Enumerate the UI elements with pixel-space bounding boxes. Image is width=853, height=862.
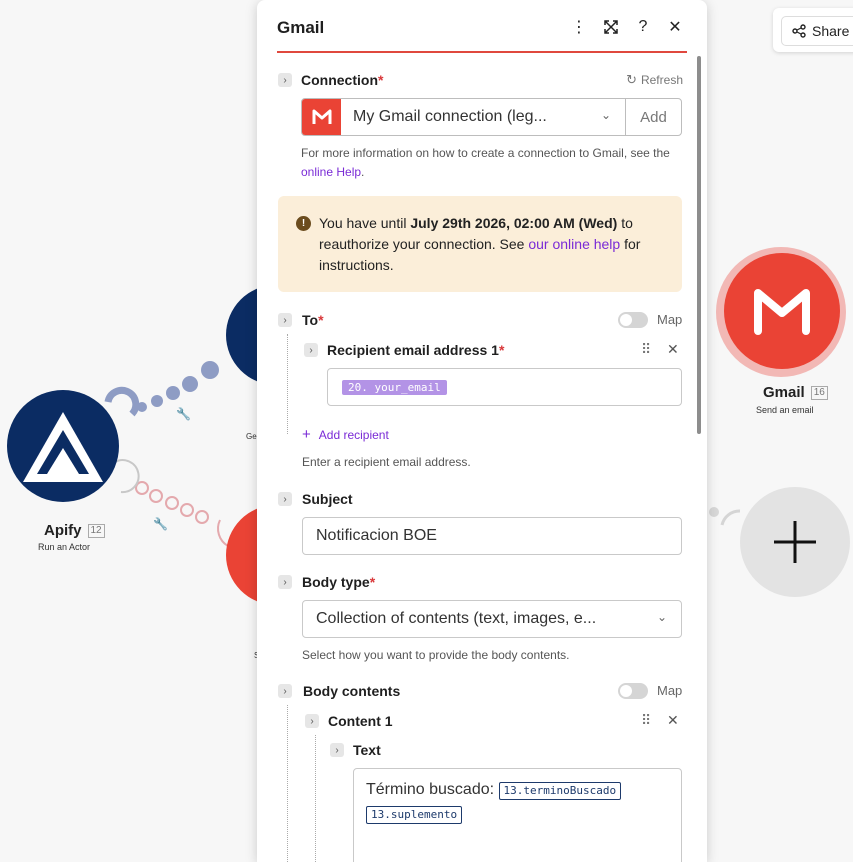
module-settings-panel: Gmail ⋮ ? ✕ › Connection* ↻ Refresh My G… xyxy=(257,0,707,862)
to-map-label: Map xyxy=(657,312,683,327)
body-contents-map-label: Map xyxy=(657,683,683,698)
content-expand-chevron-icon[interactable]: › xyxy=(305,714,319,728)
apify-node[interactable] xyxy=(7,390,119,502)
apify-logo-icon xyxy=(23,412,103,482)
connection-label: Connection* xyxy=(301,72,384,88)
connection-expand-chevron-icon[interactable]: › xyxy=(278,73,292,87)
share-icon xyxy=(792,24,806,38)
reauthorize-warning: ! You have until July 29th 2026, 02:00 A… xyxy=(278,196,682,292)
recipient-variable-pill[interactable]: 20. your_email xyxy=(342,379,447,395)
help-icon[interactable]: ? xyxy=(635,18,651,36)
gmail-node[interactable] xyxy=(724,253,840,369)
warning-text: You have until July 29th 2026, 02:00 AM … xyxy=(319,215,641,273)
body-contents-label: Body contents xyxy=(303,683,401,699)
hidden-node-label: Ge xyxy=(246,432,257,441)
connection-help-text: For more information on how to create a … xyxy=(301,146,670,179)
gmail-node-label: Gmail 16 xyxy=(763,384,828,401)
refresh-label: Refresh xyxy=(640,73,683,87)
text-expand-chevron-icon[interactable]: › xyxy=(330,743,344,757)
body-type-select[interactable]: Collection of contents (text, images, e.… xyxy=(302,600,682,638)
apify-node-sublabel: Run an Actor xyxy=(38,542,91,552)
text-content-input[interactable]: Término buscado: 13.terminoBuscado 13.su… xyxy=(353,768,682,862)
remove-recipient-icon[interactable]: ✕ xyxy=(667,341,679,358)
share-label: Share xyxy=(812,23,850,39)
text-prefix: Término buscado: xyxy=(366,781,499,798)
expand-icon[interactable] xyxy=(603,18,619,36)
apify-node-label: Apify 12 xyxy=(44,522,105,539)
text-label: Text xyxy=(353,742,381,758)
refresh-icon: ↻ xyxy=(626,72,637,87)
panel-header-actions: ⋮ ? ✕ xyxy=(571,18,683,36)
remove-content-icon[interactable]: ✕ xyxy=(667,712,679,729)
body-type-expand-chevron-icon[interactable]: › xyxy=(278,575,292,589)
header-divider xyxy=(277,51,687,53)
suplemento-pill[interactable]: 13.suplemento xyxy=(366,806,463,824)
add-recipient-label: Add recipient xyxy=(318,427,389,442)
close-icon[interactable]: ✕ xyxy=(667,18,683,36)
warning-help-link[interactable]: our online help xyxy=(528,236,620,252)
body-tree-line xyxy=(287,705,288,862)
recipient-email-input[interactable]: 20. your_email xyxy=(327,368,682,406)
recipient-label: Recipient email address 1* xyxy=(327,342,505,358)
gmail-node-badge: 16 xyxy=(810,385,828,400)
connection-select[interactable]: My Gmail connection (leg... ⌄ xyxy=(341,99,625,135)
body-type-help-text: Select how you want to provide the body … xyxy=(302,648,570,662)
recipient-drag-handle-icon[interactable]: ⠿ xyxy=(641,341,651,358)
content-label: Content 1 xyxy=(328,713,393,729)
to-label: To* xyxy=(302,312,324,328)
body-type-selected-value: Collection of contents (text, images, e.… xyxy=(316,610,597,627)
to-help-text: Enter a recipient email address. xyxy=(302,455,471,469)
body-type-label: Body type* xyxy=(302,574,376,590)
connection-select-group: My Gmail connection (leg... ⌄ Add xyxy=(301,98,682,136)
add-recipient-button[interactable]: + Add recipient xyxy=(302,426,389,443)
to-tree-line xyxy=(287,334,288,434)
chevron-down-icon: ⌄ xyxy=(600,108,611,122)
recipient-expand-chevron-icon[interactable]: › xyxy=(304,343,318,357)
share-container: Share xyxy=(773,8,853,52)
content-tree-line xyxy=(315,735,316,862)
svg-text:🔧: 🔧 xyxy=(176,406,191,421)
add-connection-button[interactable]: Add xyxy=(625,99,681,135)
add-module-button[interactable] xyxy=(740,487,850,597)
body-contents-expand-chevron-icon[interactable]: › xyxy=(278,684,292,698)
content-drag-handle-icon[interactable]: ⠿ xyxy=(641,712,651,729)
subject-label: Subject xyxy=(302,491,353,507)
svg-text:🔧: 🔧 xyxy=(153,516,168,531)
apify-node-badge: 12 xyxy=(87,523,105,538)
plus-icon xyxy=(774,521,816,563)
warning-icon: ! xyxy=(296,216,311,231)
online-help-link[interactable]: online Help xyxy=(301,165,361,179)
gmail-logo-icon xyxy=(754,289,810,335)
gmail-connection-icon xyxy=(302,99,341,135)
chevron-down-icon: ⌄ xyxy=(656,610,667,624)
add-icon: + xyxy=(302,426,311,443)
termino-buscado-pill[interactable]: 13.terminoBuscado xyxy=(498,782,622,800)
body-contents-map-toggle[interactable] xyxy=(618,683,648,699)
refresh-button[interactable]: ↻ Refresh xyxy=(626,72,683,88)
panel-title: Gmail xyxy=(277,18,325,37)
subject-input[interactable]: Notificacion BOE xyxy=(302,517,682,555)
connection-selected-value: My Gmail connection (leg... xyxy=(353,108,547,125)
panel-scrollbar[interactable] xyxy=(697,56,701,434)
more-options-icon[interactable]: ⋮ xyxy=(571,18,587,36)
subject-expand-chevron-icon[interactable]: › xyxy=(278,492,292,506)
share-button[interactable]: Share xyxy=(781,16,853,46)
to-expand-chevron-icon[interactable]: › xyxy=(278,313,292,327)
gmail-node-sublabel: Send an email xyxy=(756,405,814,415)
to-map-toggle[interactable] xyxy=(618,312,648,328)
